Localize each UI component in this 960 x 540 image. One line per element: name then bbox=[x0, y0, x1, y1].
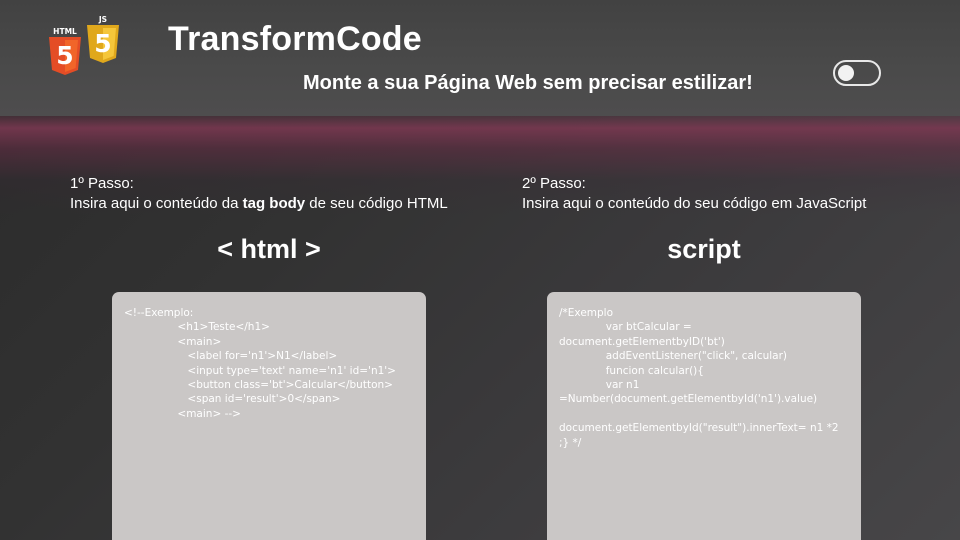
step-1-text-bold: tag body bbox=[242, 195, 306, 212]
toggle-knob bbox=[838, 65, 854, 81]
js-logo-glyph: 5 bbox=[94, 29, 111, 58]
js-logo-label: JS bbox=[98, 15, 107, 24]
step-1-text: Insira aqui o conteúdo da tag body de se… bbox=[70, 194, 448, 214]
theme-toggle[interactable] bbox=[833, 60, 881, 86]
app-subtitle: Monte a sua Página Web sem precisar esti… bbox=[303, 72, 753, 94]
html-section-heading: < html > bbox=[217, 234, 321, 264]
script-section-heading: script bbox=[667, 234, 741, 264]
html-code-input[interactable] bbox=[112, 292, 426, 540]
js-logo-icon: JS 5 bbox=[87, 15, 119, 63]
html5-logo-glyph: 5 bbox=[56, 41, 73, 70]
step-2-text: Insira aqui o conteúdo do seu código em … bbox=[522, 195, 867, 212]
step-2-label: 2º Passo: bbox=[522, 175, 586, 192]
step-1-text-suffix: de seu código HTML bbox=[305, 195, 448, 212]
app-title: TransformCode bbox=[168, 20, 422, 58]
step-1-instructions: 1º Passo: Insira aqui o conteúdo da tag … bbox=[70, 174, 448, 214]
js-code-input[interactable] bbox=[547, 292, 861, 540]
html5-logo-label: HTML bbox=[53, 27, 77, 36]
step-2-instructions: 2º Passo: Insira aqui o conteúdo do seu … bbox=[522, 174, 866, 214]
step-1-text-prefix: Insira aqui o conteúdo da bbox=[70, 195, 243, 212]
top-header: HTML 5 JS 5 TransformCode Monte a sua Pá… bbox=[0, 0, 960, 116]
html5-logo-icon: HTML 5 bbox=[49, 27, 81, 75]
step-1-label: 1º Passo: bbox=[70, 175, 134, 192]
